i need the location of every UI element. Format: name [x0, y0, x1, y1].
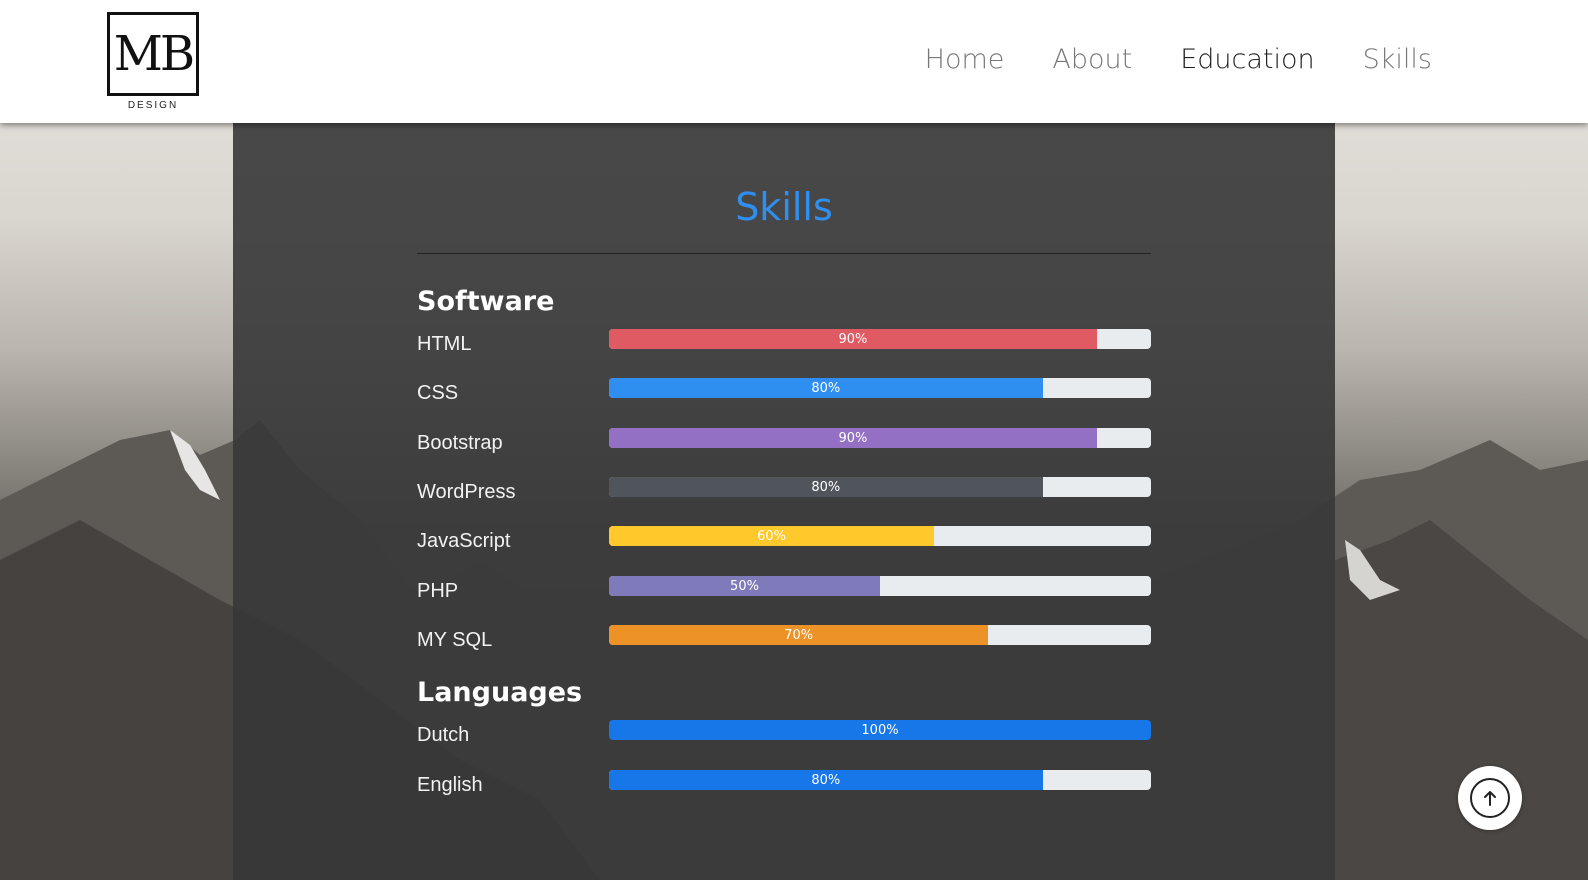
- main-nav: Home About Education Skills: [925, 44, 1432, 75]
- nav-home[interactable]: Home: [925, 44, 1005, 75]
- skill-bar-javascript: 60%: [609, 526, 1151, 546]
- skill-label-dutch: Dutch: [417, 724, 470, 746]
- skill-label-css: CSS: [417, 382, 459, 404]
- skill-label-javascript: JavaScript: [417, 530, 511, 552]
- nav-skills[interactable]: Skills: [1363, 44, 1432, 75]
- skills-panel: Skills Software HTML 90% CSS 80% Bootstr…: [233, 123, 1335, 880]
- skill-bar-fill: 100%: [609, 720, 1151, 740]
- skill-bar-bootstrap: 90%: [609, 428, 1151, 448]
- nav-education[interactable]: Education: [1180, 44, 1314, 75]
- site-header: MB DESIGN Home About Education Skills: [0, 0, 1588, 123]
- logo-mark: MB: [113, 26, 195, 82]
- software-heading: Software: [417, 286, 555, 317]
- skill-bar-dutch: 100%: [609, 720, 1151, 740]
- back-to-top-button[interactable]: [1458, 766, 1522, 830]
- skill-bar-html: 90%: [609, 329, 1151, 349]
- skill-label-html: HTML: [417, 333, 472, 355]
- skill-bar-fill: 70%: [609, 625, 989, 645]
- skill-label-mysql: MY SQL: [417, 629, 493, 651]
- skills-title: Skills: [735, 185, 833, 229]
- skill-bar-css: 80%: [609, 378, 1151, 398]
- languages-heading: Languages: [417, 677, 583, 708]
- skill-label-wordpress: WordPress: [417, 481, 516, 503]
- skill-bar-php: 50%: [609, 576, 1151, 596]
- logo[interactable]: MB: [107, 12, 199, 96]
- skill-bar-wordpress: 80%: [609, 477, 1151, 497]
- title-divider: [417, 253, 1151, 254]
- skill-label-php: PHP: [417, 580, 459, 602]
- skill-bar-fill: 80%: [609, 378, 1043, 398]
- skill-bar-fill: 50%: [609, 576, 880, 596]
- nav-about[interactable]: About: [1052, 44, 1132, 75]
- arrow-up-icon: [1470, 778, 1510, 818]
- skill-bar-english: 80%: [609, 770, 1151, 790]
- skill-bar-fill: 80%: [609, 477, 1043, 497]
- skill-bar-fill: 90%: [609, 428, 1097, 448]
- skill-bar-fill: 60%: [609, 526, 935, 546]
- skill-label-english: English: [417, 774, 483, 796]
- skill-bar-mysql: 70%: [609, 625, 1151, 645]
- skill-bar-fill: 80%: [609, 770, 1043, 790]
- logo-subtitle: DESIGN: [127, 100, 179, 111]
- skill-label-bootstrap: Bootstrap: [417, 432, 503, 454]
- skill-bar-fill: 90%: [609, 329, 1097, 349]
